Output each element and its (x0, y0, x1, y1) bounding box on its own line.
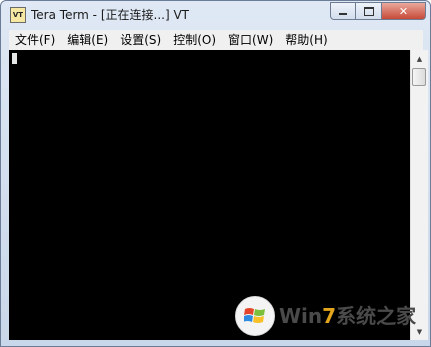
watermark-number: 7 (322, 304, 337, 328)
watermark-text: Win7系统之家 (279, 300, 416, 329)
tera-term-app-icon[interactable]: VT (10, 7, 26, 23)
menu-window[interactable]: 窗口(W) (222, 30, 279, 50)
maximize-button[interactable] (356, 2, 382, 20)
menu-edit[interactable]: 编辑(E) (61, 30, 114, 50)
close-button[interactable]: ✕ (382, 2, 426, 20)
title-bar[interactable]: VT Tera Term - [正在连接...] VT ✕ (1, 1, 430, 29)
text-cursor (12, 53, 17, 64)
window-title: Tera Term - [正在连接...] VT (31, 8, 189, 22)
tera-term-window: VT Tera Term - [正在连接...] VT ✕ 文件(F) 编辑(E… (0, 0, 431, 347)
menu-bar: 文件(F) 编辑(E) 设置(S) 控制(O) 窗口(W) 帮助(H) (9, 30, 423, 50)
watermark-prefix: Win (279, 304, 323, 328)
maximize-icon (363, 6, 374, 16)
watermark-suffix: 系统之家 (336, 304, 417, 328)
windows-orb-icon (235, 296, 275, 336)
minimize-icon (339, 13, 347, 15)
menu-control[interactable]: 控制(O) (167, 30, 222, 50)
minimize-button[interactable] (330, 2, 356, 20)
scrollbar-thumb[interactable] (412, 68, 426, 86)
menu-file[interactable]: 文件(F) (9, 30, 61, 50)
win7-watermark: Win7系统之家 (235, 294, 416, 338)
scroll-up-arrow-icon[interactable]: ▲ (411, 50, 428, 67)
menu-setup[interactable]: 设置(S) (114, 30, 167, 50)
caption-buttons: ✕ (330, 2, 426, 20)
windows-flag-icon (244, 308, 265, 323)
menu-help[interactable]: 帮助(H) (279, 30, 333, 50)
close-icon: ✕ (398, 4, 409, 18)
